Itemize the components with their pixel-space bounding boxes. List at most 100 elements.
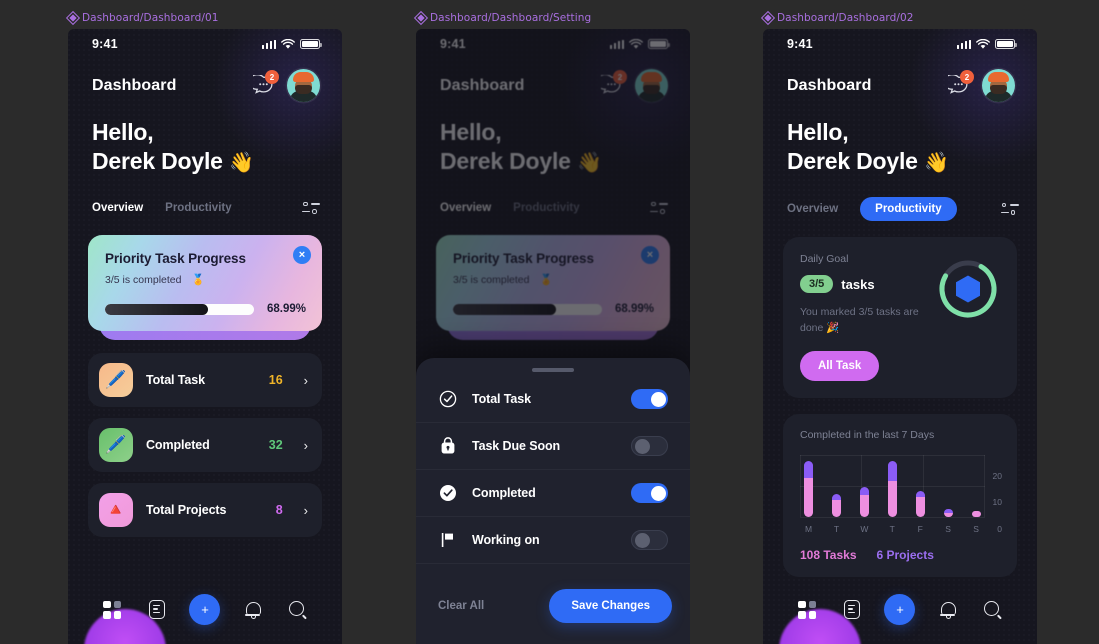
y-tick: 20 <box>992 470 1002 481</box>
close-icon[interactable]: × <box>293 246 311 265</box>
frame-label-text: Dashboard/Dashboard/Setting <box>430 12 592 24</box>
avatar[interactable] <box>287 69 320 102</box>
daily-goal-card: Daily Goal 3/5 tasks You marked 3/5 task… <box>783 237 1017 398</box>
bar-fri <box>915 455 925 517</box>
page-title: Dashboard <box>787 76 872 94</box>
add-button[interactable]: + <box>189 594 221 625</box>
save-changes-button[interactable]: Save Changes <box>549 589 672 623</box>
toggle-working-on[interactable] <box>631 530 668 550</box>
flag-icon <box>438 531 457 550</box>
x-tick: F <box>917 523 923 534</box>
component-diamond-icon <box>763 14 772 23</box>
greeting-block-01: Hello, Derek Doyle 👋 <box>68 102 342 177</box>
sheet-row-label: Working on <box>472 533 540 547</box>
bar-tue <box>831 455 841 517</box>
tab-overview[interactable]: Overview <box>92 197 143 219</box>
frame-label-01[interactable]: Dashboard/Dashboard/01 <box>68 12 342 24</box>
cellular-signal-icon <box>956 39 971 49</box>
nav-notifications-button[interactable] <box>936 598 960 622</box>
status-bar: 9:41 <box>68 29 342 59</box>
sheet-row-working-on[interactable]: Working on <box>416 517 690 564</box>
x-tick: T <box>833 523 840 534</box>
priority-card-title: Priority Task Progress <box>105 251 246 267</box>
sheet-row-label: Task Due Soon <box>472 439 561 453</box>
component-diamond-icon <box>416 14 425 23</box>
chart-title: Completed in the last 7 Days <box>800 428 935 441</box>
greeting-line-2-row: Derek Doyle 👋 <box>92 147 318 177</box>
nav-document-button[interactable] <box>840 598 864 622</box>
progress-percent: 68.99% <box>266 303 306 316</box>
weekly-completed-chart-card: Completed in the last 7 Days M T W T F S… <box>783 413 1017 577</box>
filter-settings-icon[interactable] <box>1000 201 1019 217</box>
list-item[interactable]: 🖊️ Total Task 16 › <box>88 353 322 408</box>
frame-label-setting[interactable]: Dashboard/Dashboard/Setting <box>416 12 690 24</box>
chart-bars-region <box>800 454 985 518</box>
status-bar: 9:41 <box>763 29 1037 59</box>
cellular-signal-icon <box>261 39 276 49</box>
component-diamond-icon <box>68 14 77 23</box>
stat-label: Total Task <box>146 373 205 388</box>
chevron-right-icon[interactable]: › <box>304 503 308 518</box>
tab-overview[interactable]: Overview <box>787 198 838 220</box>
nav-grid-button[interactable] <box>795 598 819 622</box>
lock-icon <box>438 437 457 456</box>
stat-list-01: 🖊️ Total Task 16 › 🖊️ Completed 32 › 🔺 T… <box>88 353 322 538</box>
toggle-total-task[interactable] <box>631 389 668 409</box>
list-item[interactable]: 🖊️ Completed 32 › <box>88 418 322 473</box>
daily-goal-kicker: Daily Goal <box>800 253 849 266</box>
frame-label-02[interactable]: Dashboard/Dashboard/02 <box>763 12 1037 24</box>
grid-icon <box>103 600 122 619</box>
messages-button[interactable]: 2 <box>248 70 279 96</box>
medal-icon: 🏅 <box>191 274 205 287</box>
clear-all-button[interactable]: Clear All <box>438 600 484 612</box>
status-icons <box>261 38 322 50</box>
stat-value: 8 <box>275 503 283 518</box>
nav-notifications-button[interactable] <box>241 598 265 622</box>
frame-dashboard-02: Dashboard/Dashboard/02 9:41 Dashboard 2 … <box>763 12 1037 644</box>
stat-value: 32 <box>268 438 283 453</box>
add-button[interactable]: + <box>884 594 916 625</box>
chevron-right-icon[interactable]: › <box>304 438 308 453</box>
battery-icon <box>995 39 1017 49</box>
sheet-footer: Clear All Save Changes <box>416 589 690 644</box>
header-actions: 2 <box>248 69 320 102</box>
list-item[interactable]: 🔺 Total Projects 8 › <box>88 483 322 538</box>
greeting-line-2: Derek Doyle <box>787 148 918 175</box>
daily-goal-progress-ring <box>936 257 1000 321</box>
x-tick: M <box>804 523 813 534</box>
total-projects-label: 6 Projects <box>876 547 934 562</box>
all-task-button[interactable]: All Task <box>800 350 880 381</box>
nav-grid-button[interactable] <box>100 598 124 622</box>
notification-badge: 2 <box>960 70 974 84</box>
chevron-right-icon[interactable]: › <box>304 373 308 388</box>
sheet-row-total-task[interactable]: Total Task <box>416 376 690 423</box>
plus-icon: + <box>201 602 209 617</box>
toggle-completed[interactable] <box>631 483 668 503</box>
avatar[interactable] <box>982 69 1015 102</box>
sheet-row-task-due-soon[interactable]: Task Due Soon <box>416 423 690 470</box>
tab-productivity[interactable]: Productivity <box>165 197 231 219</box>
waving-hand-icon: 👋 <box>228 152 254 175</box>
bar-mon <box>804 455 813 517</box>
app-header-01: Dashboard 2 <box>68 59 342 102</box>
sheet-row-label: Completed <box>472 486 536 500</box>
phone-screen-setting: 9:41 Dashboard <box>416 29 690 644</box>
sheet-row-completed[interactable]: Completed <box>416 470 690 517</box>
greeting-line-2: Derek Doyle <box>92 148 223 175</box>
cone-icon: 🔺 <box>99 493 133 528</box>
messages-button[interactable]: 2 <box>943 70 974 96</box>
nav-search-button[interactable] <box>981 598 1005 622</box>
nav-search-button[interactable] <box>286 598 310 622</box>
toggle-task-due-soon[interactable] <box>631 436 668 456</box>
x-tick: S <box>945 523 951 534</box>
nav-document-button[interactable] <box>145 598 169 622</box>
check-circle-filled-icon <box>438 484 457 503</box>
stat-label: Completed <box>146 438 210 453</box>
priority-card-subtitle-row: 3/5 is completed 🏅 <box>105 273 306 287</box>
filter-settings-icon[interactable] <box>302 200 320 216</box>
y-tick: 10 <box>992 497 1002 508</box>
bar-thu <box>887 455 897 517</box>
tab-productivity[interactable]: Productivity <box>860 197 957 222</box>
settings-bottom-sheet: Total Task Task Due Soon Completed Worki… <box>416 358 690 644</box>
sheet-row-label: Total Task <box>472 392 531 406</box>
